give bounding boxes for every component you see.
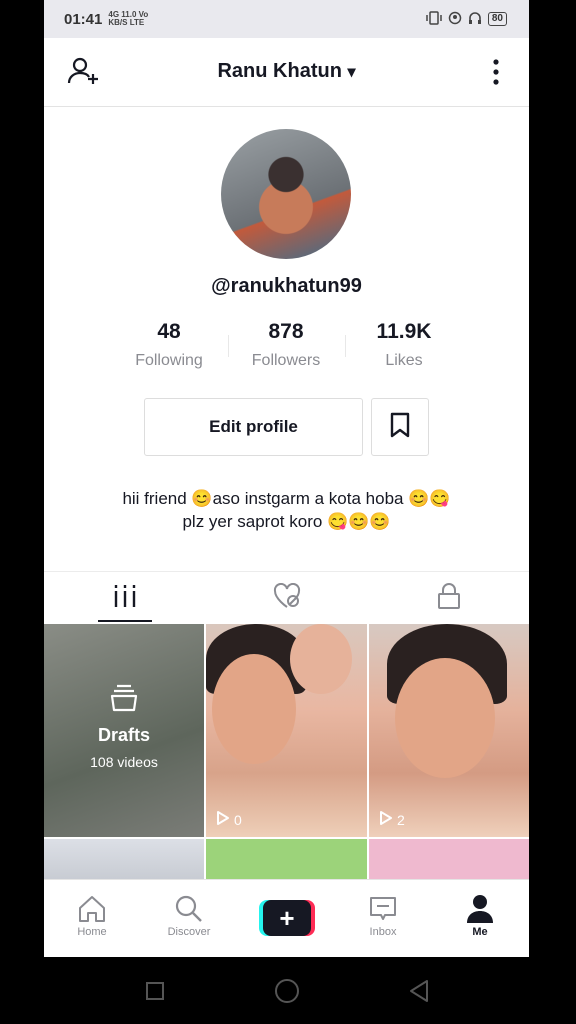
avatar[interactable] [221, 129, 351, 259]
profile-name-switcher[interactable]: Ranu Khatun ▾ [44, 60, 529, 83]
followers-count: 878 [268, 320, 304, 343]
heart-hidden-icon [272, 582, 302, 614]
view-count-value: 2 [397, 811, 405, 828]
battery-indicator: 80 [487, 12, 507, 26]
tab-liked[interactable] [206, 572, 367, 624]
content-tabs [44, 571, 529, 624]
likes-label: Likes [385, 352, 423, 369]
profile-bio: hii friend 😊aso instgarm a kota hoba 😊😋 … [44, 487, 529, 533]
bio-line-2: plz yer saprot koro 😋😊😊 [182, 512, 391, 531]
edit-profile-button[interactable]: Edit profile [144, 398, 363, 456]
status-time: 01:41 [64, 10, 103, 28]
video-thumbnail[interactable]: 2 [369, 624, 529, 837]
drafts-tile[interactable]: Drafts 108 videos [44, 624, 204, 837]
video-thumbnail[interactable] [44, 839, 204, 879]
thumbnail-detail [395, 658, 495, 778]
drafts-count: 108 videos [90, 754, 158, 770]
home-button-icon[interactable] [272, 976, 302, 1006]
home-icon [52, 892, 132, 926]
following-label: Following [135, 352, 203, 369]
create-button[interactable]: + [259, 900, 315, 936]
more-options-icon[interactable] [479, 54, 513, 90]
grid-icon [113, 584, 137, 612]
network-info: 4G 11.0 Vo KB/S LTE [108, 11, 148, 27]
nav-me[interactable]: Me [440, 892, 520, 938]
tab-videos[interactable] [44, 572, 205, 624]
stat-divider [228, 335, 229, 357]
video-thumbnail[interactable] [369, 839, 529, 879]
drafts-icon [109, 684, 139, 716]
nav-discover[interactable]: Discover [149, 892, 229, 938]
location-icon [448, 11, 462, 28]
status-bar: 01:41 4G 11.0 Vo KB/S LTE 80 [44, 0, 529, 38]
bio-line-1: hii friend 😊aso instgarm a kota hoba 😊😋 [122, 489, 451, 508]
nav-home-label: Home [77, 926, 107, 938]
search-icon [149, 892, 229, 926]
chevron-down-icon: ▾ [347, 64, 356, 81]
nav-home[interactable]: Home [52, 892, 132, 938]
nav-inbox-label: Inbox [369, 926, 397, 938]
drafts-overlay: Drafts 108 videos [44, 684, 204, 770]
recents-icon[interactable] [143, 979, 167, 1003]
followers-label: Followers [251, 352, 321, 369]
thumbnail-detail [290, 624, 352, 694]
status-icons: 80 [426, 10, 507, 28]
system-navigation-bar [0, 957, 576, 1024]
active-tab-indicator [98, 620, 152, 622]
video-thumbnail[interactable]: 0 [206, 624, 367, 837]
likes-count: 11.9K [376, 320, 432, 343]
view-count: 0 [216, 810, 242, 829]
view-count-value: 0 [234, 811, 242, 828]
person-icon [440, 892, 520, 926]
stat-likes[interactable]: 11.9K Likes [349, 320, 459, 370]
profile-name: Ranu Khatun [217, 60, 342, 82]
username-handle: @ranukhatun99 [211, 275, 362, 297]
video-grid: Drafts 108 videos 0 2 [44, 624, 529, 879]
headphones-icon [468, 11, 482, 28]
view-count: 2 [379, 810, 405, 829]
video-thumbnail[interactable] [206, 839, 367, 879]
drafts-label: Drafts [97, 725, 150, 745]
play-icon [379, 810, 393, 829]
vibrate-icon [426, 10, 442, 28]
stat-following[interactable]: 48 Following [114, 320, 224, 370]
nav-me-label: Me [472, 926, 488, 938]
phone-screen: 01:41 4G 11.0 Vo KB/S LTE 80 Ranu Khatun… [44, 0, 529, 957]
stat-followers[interactable]: 878 Followers [231, 320, 341, 370]
nav-inbox[interactable]: Inbox [343, 892, 423, 938]
tab-private[interactable] [368, 572, 529, 624]
lock-icon [437, 582, 461, 614]
inbox-icon [343, 892, 423, 926]
plus-icon: + [263, 900, 311, 936]
profile-stats: 48 Following 878 Followers 11.9K Likes [44, 320, 529, 380]
thumbnail-detail [212, 654, 296, 764]
network-line-2: KB/S LTE [108, 18, 145, 27]
play-icon [216, 810, 230, 829]
profile-header: Ranu Khatun ▾ [44, 38, 529, 107]
stat-divider [345, 335, 346, 357]
nav-discover-label: Discover [167, 926, 211, 938]
bookmark-button[interactable] [371, 398, 429, 456]
back-icon[interactable] [405, 977, 433, 1005]
bottom-navigation: Home Discover + Inbox Me [44, 879, 529, 957]
following-count: 48 [157, 320, 181, 343]
bookmark-icon [389, 412, 411, 443]
